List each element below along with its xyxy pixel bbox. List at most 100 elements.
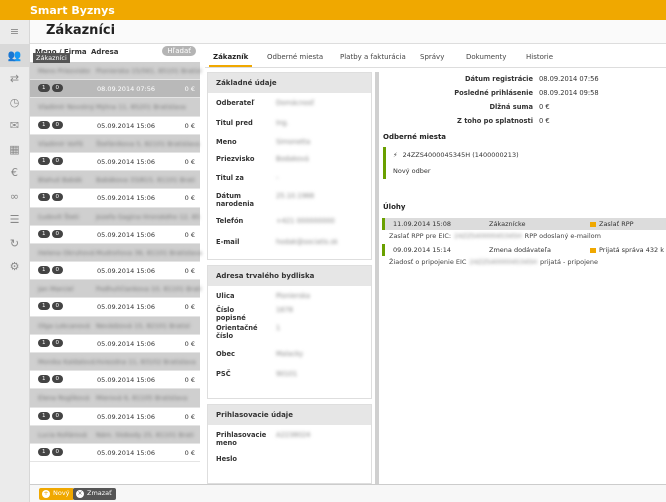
task-status: Zaslať RPP <box>590 220 634 228</box>
document-count-badge: 1 <box>38 156 50 165</box>
new-connection-link[interactable]: Nový odber <box>393 167 431 175</box>
customer-row[interactable]: Meno Priezvisko Pionierska 15/561, 85101 … <box>30 62 202 81</box>
tooltip: Zákazníci <box>33 53 70 63</box>
customer-badges: 10 <box>38 193 63 202</box>
task-note-prefix: Zaslať RPP pre EIC: <box>389 232 452 240</box>
customer-name: Elena Rogliková <box>38 394 90 403</box>
form-value: 1 <box>276 324 281 332</box>
customer-row[interactable]: Elena Rogliková Mierová 6, 81105 Bratisla… <box>30 389 200 408</box>
column-address-header[interactable]: Adresa <box>91 48 119 56</box>
summary-value: 0 € <box>539 117 550 125</box>
customer-amount: 0 € <box>184 194 195 203</box>
delete-icon: × <box>76 490 84 498</box>
form-row: Obec Malacky <box>216 350 366 358</box>
document-count-badge: 1 <box>38 411 50 420</box>
task-status-bar <box>382 244 385 256</box>
customer-address: Pionierska 15/561, 85101 Bratisl <box>96 67 202 75</box>
section-title: Adresa trvalého bydliska <box>208 266 371 286</box>
delivery-points-title: Odberné miesta <box>383 133 447 141</box>
customer-row-meta[interactable]: 1 0 05.09.2014 15:06 0 € <box>30 262 200 281</box>
summary-value: 08.09.2014 09:58 <box>539 89 599 97</box>
customer-name: Monika Kaldalová <box>38 358 95 366</box>
form-value: Domácnosť <box>276 99 314 107</box>
exchange-icon[interactable]: ⇄ <box>0 67 29 91</box>
footer-toolbar: + Nový × Zmazať <box>30 484 666 502</box>
customer-row-meta[interactable]: 1 0 08.09.2014 07:56 0 € <box>30 80 200 99</box>
users-icon[interactable]: 👥 <box>0 43 29 67</box>
menu-icon[interactable]: ≡ <box>0 20 29 44</box>
form-label: Telefón <box>216 217 244 225</box>
customer-row-meta[interactable]: 1 0 05.09.2014 15:06 0 € <box>30 152 200 172</box>
message-count-badge: 0 <box>51 193 63 202</box>
customer-row[interactable]: Jan Marciel Podhuňčiankova 10, 81101 Brat… <box>30 280 202 299</box>
tab-2[interactable]: Platby a fakturácia <box>340 53 406 61</box>
form-label: Titul za <box>216 174 244 182</box>
customer-date: 05.09.2014 15:06 <box>97 376 156 385</box>
share-icon[interactable]: ↻ <box>0 232 29 256</box>
calendar-icon[interactable]: ▦ <box>0 138 29 162</box>
customer-date: 05.09.2014 15:06 <box>97 339 156 348</box>
customer-row[interactable]: Lucia Kollárová Nám. Slobody 25, 81101 Br… <box>30 425 200 444</box>
customer-row[interactable]: Helena Okruhová Mudroňova 36, 81101 Brati… <box>30 243 202 263</box>
form-row: Odberateľ Domácnosť <box>216 99 366 107</box>
task-status: Prijatá správa 432 k EIC <box>590 246 666 254</box>
message-count-badge: 0 <box>51 266 63 275</box>
customer-row-meta[interactable]: 1 0 05.09.2014 15:06 0 € <box>30 116 200 135</box>
delete-button[interactable]: × Zmazať <box>73 488 116 500</box>
app-titlebar: Smart Byznys <box>0 0 666 20</box>
form-label: Meno <box>216 138 237 146</box>
customer-date: 05.09.2014 15:06 <box>97 121 156 130</box>
form-value: Ing. <box>276 119 289 127</box>
customer-form: Základné údaje Odberateľ Domácnosť Titul p… <box>207 72 372 484</box>
tab-5[interactable]: Historie <box>526 53 553 61</box>
document-count-badge: 1 <box>38 84 50 93</box>
customer-row[interactable]: Ľudovít Šteti Jozefa Gagina Hronského 12,… <box>30 207 200 226</box>
new-button[interactable]: + Nový <box>39 488 74 500</box>
tab-3[interactable]: Správy <box>420 53 444 61</box>
document-count-badge: 1 <box>38 193 50 202</box>
summary-value: 08.09.2014 07:56 <box>539 75 599 83</box>
splitter[interactable] <box>375 72 379 484</box>
clock-icon[interactable]: ◷ <box>0 91 29 115</box>
detail-tabs: Zákazník Odberné miesta Platby a fakturáci… <box>205 46 666 68</box>
euro-icon[interactable]: € <box>0 161 29 185</box>
customer-row[interactable]: Olga Lokcanová Nevädzová 15, 82101 Bratis… <box>30 316 200 335</box>
customer-row[interactable]: Blahuš Babák Babákova 33/815, 81101 Brati <box>30 171 200 190</box>
customer-address: Mudroňova 36, 81101 Bratislava <box>96 248 202 257</box>
link-icon[interactable]: ∞ <box>0 185 29 209</box>
task-row[interactable]: 11.09.2014 15:08 Zákaznícke Zaslať RPP <box>382 218 666 230</box>
customer-row-meta[interactable]: 1 0 05.09.2014 15:06 0 € <box>30 189 200 208</box>
customer-row-meta[interactable]: 1 0 05.09.2014 15:06 0 € <box>30 334 200 353</box>
delivery-point-item[interactable]: ⚡ 24ZZS4000045345H (1400000213) <box>393 151 519 159</box>
message-count-badge: 0 <box>51 120 63 129</box>
form-row: Meno Simonetta <box>216 138 366 146</box>
message-count-badge: 0 <box>51 156 63 165</box>
mail-icon[interactable]: ✉ <box>0 114 29 138</box>
customer-row-meta[interactable]: 1 0 05.09.2014 15:06 0 € <box>30 225 200 244</box>
customer-row-meta[interactable]: 1 0 05.09.2014 15:06 0 € <box>30 407 200 426</box>
document-count-badge: 1 <box>38 375 50 384</box>
form-label: Číslo popisné <box>216 306 246 322</box>
message-count-badge: 0 <box>51 229 63 238</box>
form-row: Číslo popisné 1678 <box>216 306 366 322</box>
tab-4[interactable]: Dokumenty <box>466 53 506 61</box>
form-row: Prihlasovacie meno A2238024 <box>216 431 366 447</box>
customer-row[interactable]: Monika Kaldalová Hviezdna 11, 83102 Brati… <box>30 353 200 372</box>
gear-icon[interactable]: ⚙ <box>0 255 29 279</box>
task-note-suffix: RPP odoslaný e-mailom <box>524 232 601 240</box>
customer-row[interactable]: Vladimír Novotný Mýtna 11, 85201 Bratisla… <box>30 98 200 117</box>
task-row[interactable]: 09.09.2014 15:14 Zmena dodávateľa Prijatá … <box>382 244 666 256</box>
task-note: Zaslať RPP pre EIC: 24ZZS4000045345H RPP o… <box>389 232 601 240</box>
form-label: Titul pred <box>216 119 253 127</box>
customer-row-meta[interactable]: 1 0 05.09.2014 15:06 0 € <box>30 443 200 463</box>
customer-row-meta[interactable]: 1 0 05.09.2014 15:06 0 € <box>30 371 200 390</box>
customer-date: 05.09.2014 15:06 <box>97 448 156 457</box>
customer-list: Meno / Firma Adresa Hľadať Meno Priezvis… <box>30 44 202 484</box>
search-button[interactable]: Hľadať <box>162 46 196 56</box>
list-icon[interactable]: ☰ <box>0 208 29 232</box>
form-row: Priezvisko Bodaková <box>216 155 366 163</box>
tab-1[interactable]: Odberné miesta <box>267 53 323 61</box>
customer-row[interactable]: Vladimír Voříš Štefánikova 5, 82101 Brati… <box>30 134 200 153</box>
customer-row-meta[interactable]: 1 0 05.09.2014 15:06 0 € <box>30 298 200 317</box>
tab-0[interactable]: Zákazník <box>208 53 253 67</box>
